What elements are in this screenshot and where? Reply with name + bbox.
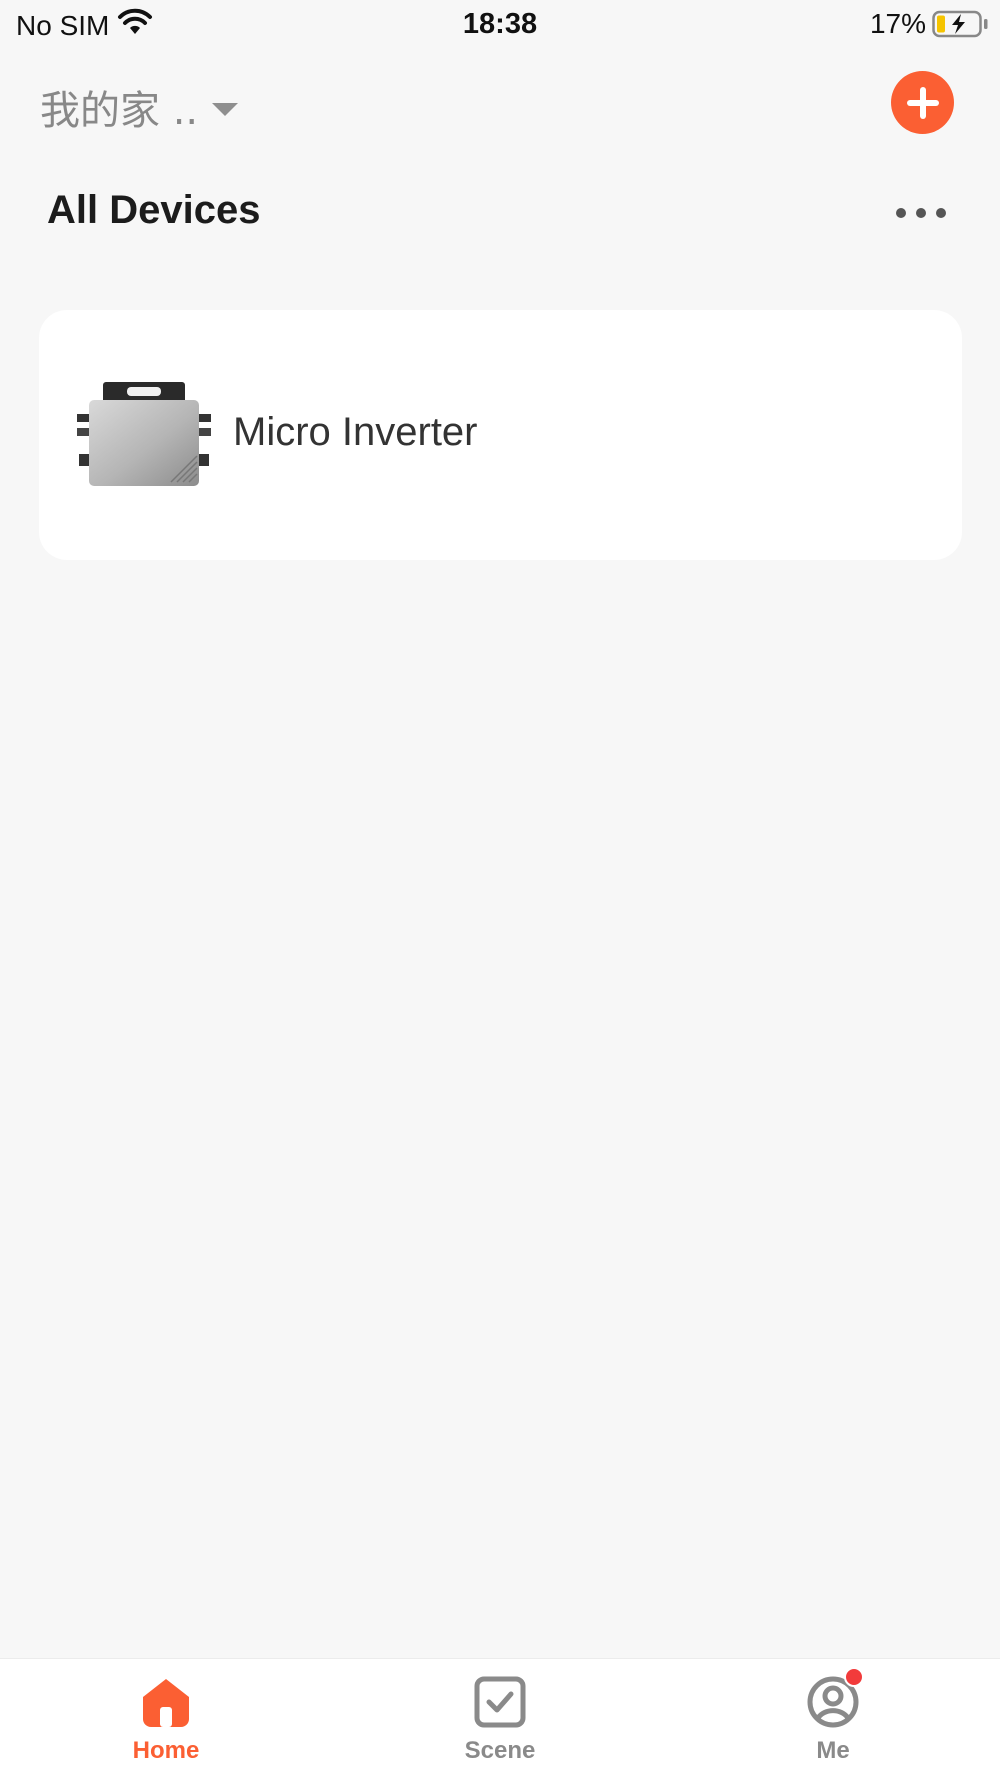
tab-me-label: Me	[816, 1737, 850, 1764]
home-name: 我的家 ..	[40, 88, 199, 134]
status-right: 17%	[870, 8, 988, 40]
more-dot	[916, 208, 926, 218]
home-screen: No SIM 18:38 17% 我的家 .. All Devices Micr…	[0, 0, 1000, 1778]
tab-scene-label: Scene	[464, 1737, 536, 1764]
plus-icon	[906, 86, 939, 119]
more-dot	[936, 208, 946, 218]
micro-inverter-image	[75, 382, 213, 488]
home-icon	[139, 1675, 193, 1729]
section-title: All Devices	[47, 188, 261, 232]
checkbox-icon	[473, 1675, 527, 1729]
device-card[interactable]: Micro Inverter	[39, 310, 962, 560]
notification-badge	[844, 1667, 864, 1687]
tab-scene[interactable]: Scene	[420, 1675, 580, 1765]
battery-percent: 17%	[869, 8, 926, 39]
device-name: Micro Inverter	[233, 410, 478, 454]
more-options-button[interactable]	[896, 202, 946, 224]
clock: 18:38	[462, 8, 538, 40]
tab-home-label: Home	[132, 1737, 200, 1764]
tab-bar: Home Scene Me	[0, 1658, 1000, 1778]
home-selector[interactable]: 我的家 ..	[40, 78, 239, 136]
tab-me[interactable]: Me	[753, 1667, 913, 1765]
more-dot	[896, 208, 906, 218]
battery-charging-icon	[932, 10, 988, 38]
status-bar: No SIM 18:38 17%	[0, 0, 1000, 50]
chevron-down-icon	[212, 102, 239, 116]
add-device-button[interactable]	[891, 71, 954, 134]
tab-home[interactable]: Home	[86, 1675, 246, 1765]
user-icon	[806, 1667, 864, 1729]
